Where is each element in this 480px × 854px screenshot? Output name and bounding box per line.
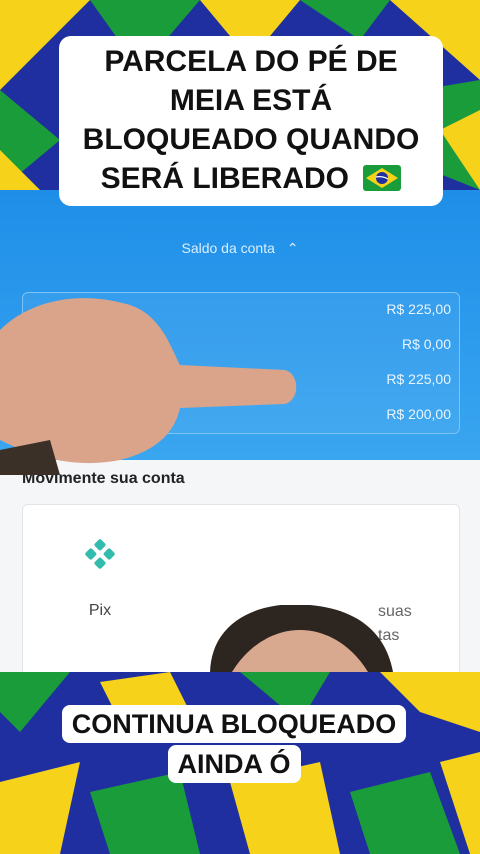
caption-line: SERÁ LIBERADO	[100, 162, 349, 195]
balance-value: R$ 200,00	[386, 406, 451, 422]
caption-line: AINDA Ó	[167, 745, 301, 783]
balance-value: R$ 225,00	[386, 371, 451, 387]
caption-line: MEIA ESTÁ	[169, 84, 333, 117]
caption-line: CONTINUA BLOQUEADO	[61, 705, 407, 743]
chevron-up-icon: ⌃	[286, 240, 299, 256]
pix-button-label[interactable]: Pix	[60, 602, 140, 620]
app-screen: Saldo da conta ⌃ R$ 225,00 R$ 0,00 R$ 22…	[0, 190, 480, 672]
pointing-hand	[0, 298, 297, 475]
brazil-flag-icon	[363, 165, 402, 191]
balance-value: R$ 225,00	[386, 301, 451, 317]
caption-line: BLOQUEADO QUANDO	[82, 123, 420, 156]
presenter	[210, 605, 393, 672]
top-caption: PARCELA DO PÉ DE MEIA ESTÁ BLOQUEADO QUA…	[59, 36, 443, 206]
balance-value: R$ 0,00	[401, 336, 451, 352]
saldo-label: Saldo da conta	[181, 240, 275, 256]
bottom-caption: CONTINUA BLOQUEADO AINDA Ó	[54, 705, 414, 785]
caption-line-with-flag: SERÁ LIBERADO	[67, 159, 435, 198]
pix-icon[interactable]	[84, 538, 116, 570]
caption-line: PARCELA DO PÉ DE	[104, 45, 398, 78]
saldo-toggle[interactable]: Saldo da conta ⌃	[0, 240, 480, 257]
